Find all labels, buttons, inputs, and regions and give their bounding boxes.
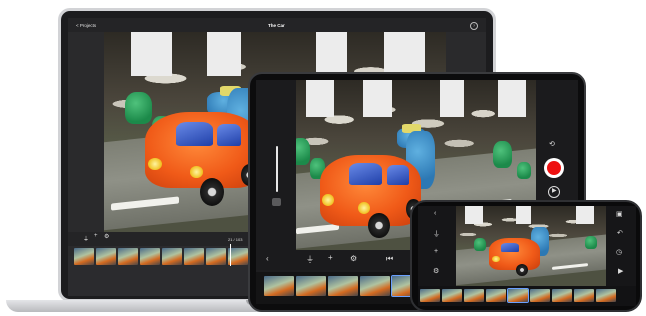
filmstrip-frame[interactable] <box>206 248 226 265</box>
filmstrip-frame[interactable] <box>140 248 160 265</box>
undo-icon[interactable]: ↶ <box>617 229 623 237</box>
settings-icon[interactable]: ⚙ <box>104 233 109 240</box>
phone-preview-frame <box>456 206 606 286</box>
filmstrip-frame[interactable] <box>96 248 116 265</box>
filmstrip-frame-selected[interactable] <box>507 288 529 303</box>
slider-handle[interactable] <box>272 198 281 206</box>
filmstrip-frame[interactable] <box>574 289 594 302</box>
record-icon <box>547 161 561 175</box>
camera-switch-icon[interactable]: ⟲ <box>549 140 555 148</box>
plus-icon[interactable]: + <box>94 233 98 239</box>
mic-icon[interactable]: ⏚ <box>433 229 440 239</box>
playhead[interactable] <box>230 244 231 266</box>
filmstrip-frame[interactable] <box>530 289 550 302</box>
filmstrip-frame[interactable] <box>552 289 572 302</box>
filmstrip-frame[interactable] <box>118 248 138 265</box>
plus-icon[interactable]: + <box>434 248 438 255</box>
camera-icon[interactable]: ▣ <box>616 210 623 218</box>
filmstrip-frame[interactable] <box>360 276 390 296</box>
filmstrip-frame[interactable] <box>296 276 326 296</box>
mic-icon[interactable]: ⏚ <box>83 234 89 243</box>
filmstrip-frame[interactable] <box>74 248 94 265</box>
filmstrip-frame[interactable] <box>596 289 616 302</box>
chevron-left-icon[interactable]: ‹ <box>434 210 436 217</box>
back-to-projects-button[interactable]: < Projects <box>76 23 96 28</box>
settings-icon[interactable]: ⚙ <box>433 267 439 275</box>
filmstrip-frame[interactable] <box>228 248 248 265</box>
tablet-filmstrip[interactable] <box>264 275 423 297</box>
filmstrip-frame[interactable] <box>328 276 358 296</box>
project-title: The Car <box>268 23 285 28</box>
play-icon: ▶ <box>552 188 557 194</box>
filmstrip-frame[interactable] <box>184 248 204 265</box>
filmstrip-frame[interactable] <box>420 289 440 302</box>
filmstrip-frame[interactable] <box>442 289 462 302</box>
phone-filmstrip[interactable] <box>420 288 616 303</box>
timer-icon[interactable]: ◷ <box>616 248 622 256</box>
chevron-left-icon[interactable]: ‹ <box>266 254 269 263</box>
skip-back-icon[interactable]: ⏮ <box>386 254 393 264</box>
laptop-left-panel <box>68 32 104 256</box>
filmstrip-frame[interactable] <box>162 248 182 265</box>
filmstrip-frame[interactable] <box>486 289 506 302</box>
frame-counter: 21 / 103 <box>228 237 243 242</box>
laptop-filmstrip[interactable] <box>74 248 248 265</box>
plus-icon[interactable]: + <box>328 253 333 262</box>
play-icon[interactable]: ▶ <box>618 267 623 275</box>
filmstrip-frame[interactable] <box>264 276 294 296</box>
filmstrip-frame[interactable] <box>464 289 484 302</box>
onion-skin-slider[interactable] <box>276 146 278 192</box>
settings-icon[interactable]: ⚙ <box>350 254 357 263</box>
mic-icon[interactable]: ⏚ <box>306 254 314 265</box>
help-icon[interactable]: ? <box>470 22 478 30</box>
